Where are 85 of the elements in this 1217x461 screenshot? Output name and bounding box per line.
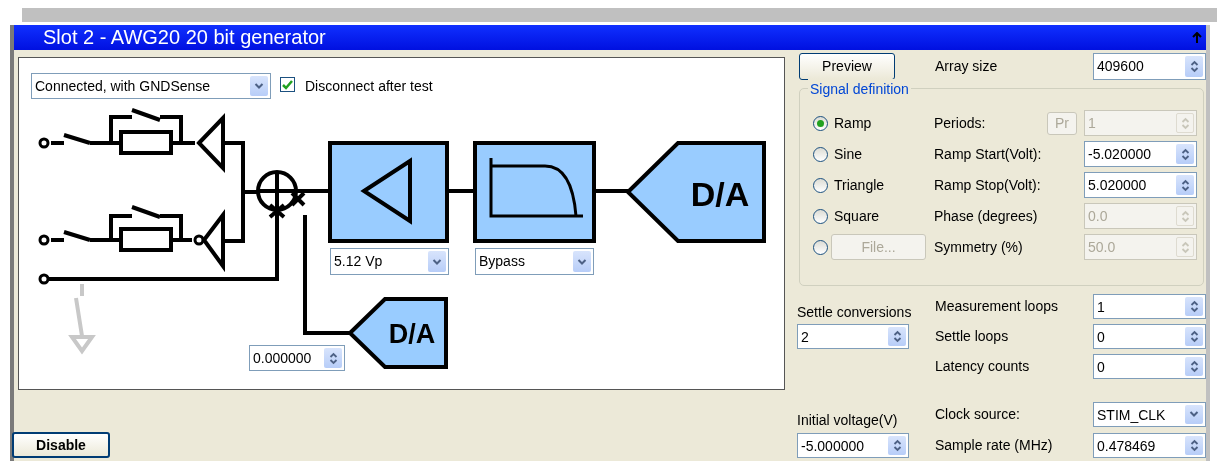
- up-down-arrows-icon: [1180, 240, 1190, 254]
- field-label: Symmetry (%): [934, 237, 1023, 257]
- spinner-button[interactable]: [1185, 357, 1203, 376]
- dropdown-arrow-button[interactable]: [428, 251, 446, 272]
- field-label: Settle loops: [935, 327, 1010, 346]
- radio-button[interactable]: [813, 177, 828, 193]
- window-title: Slot 2 - AWG20 20 bit generator: [43, 25, 326, 50]
- spinner-button[interactable]: [888, 327, 906, 346]
- dropdown[interactable]: Connected, with GNDSense: [31, 73, 271, 99]
- spin-field[interactable]: 409600: [1093, 53, 1206, 80]
- up-down-arrows-icon: [1189, 360, 1199, 373]
- preview-button[interactable]: Preview: [799, 53, 895, 80]
- spin-field[interactable]: 5.020000: [1084, 172, 1197, 198]
- spinner-button[interactable]: [1185, 435, 1203, 455]
- spin-field[interactable]: 0: [1093, 354, 1206, 379]
- terminal: [38, 234, 50, 246]
- spin-field[interactable]: 0.478469: [1093, 432, 1206, 458]
- up-down-arrows-icon: [892, 438, 902, 452]
- up-down-arrows-icon: [1180, 178, 1190, 192]
- up-down-arrows-icon: [1189, 300, 1199, 313]
- up-down-arrows-icon: [1180, 147, 1190, 161]
- up-arrow-icon[interactable]: [1192, 31, 1202, 44]
- spin-field[interactable]: -5.020000: [1084, 141, 1197, 167]
- field-label: Ramp Stop(Volt):: [934, 175, 1041, 195]
- radio-label: Sine: [834, 144, 863, 164]
- radio-label: Ramp: [834, 113, 872, 133]
- wire: [594, 189, 628, 193]
- radio-label: Triangle: [834, 175, 885, 195]
- radio-button[interactable]: [813, 115, 828, 131]
- terminal: [38, 273, 50, 285]
- converter-label: D/A: [388, 319, 436, 349]
- spinner-button[interactable]: [1176, 144, 1194, 164]
- caret-icon: [577, 257, 587, 266]
- disable-button[interactable]: Disable: [12, 432, 110, 458]
- dropdown-arrow-button[interactable]: [1185, 404, 1203, 424]
- checkbox[interactable]: [280, 77, 295, 92]
- spin-field[interactable]: 0.000000: [249, 345, 345, 371]
- field-label: Periods:: [934, 113, 986, 133]
- caret-icon: [1189, 410, 1199, 418]
- up-down-arrows-icon: [328, 351, 338, 365]
- spin-field[interactable]: 0: [1093, 324, 1206, 349]
- field-label: Ramp Start(Volt):: [934, 144, 1042, 164]
- summing-junction-icon: [256, 170, 306, 219]
- spinner-button[interactable]: [1185, 56, 1203, 77]
- field-label: Latency counts: [935, 357, 1031, 376]
- field-label: Initial voltage(V): [797, 411, 899, 430]
- amplifier-icon: [196, 113, 225, 173]
- radio-button[interactable]: [813, 208, 828, 224]
- field-label: Phase (degrees): [934, 206, 1038, 226]
- field-label: Measurement loops: [935, 297, 1059, 316]
- spinner-button[interactable]: [1185, 327, 1203, 346]
- wire: [297, 189, 330, 193]
- field-label: Clock source:: [935, 404, 1021, 424]
- spin-field[interactable]: 1: [1093, 294, 1206, 319]
- up-down-arrows-icon: [1189, 60, 1199, 73]
- up-down-arrows-icon: [892, 330, 902, 343]
- up-down-arrows-icon: [1180, 209, 1190, 223]
- caret-icon: [254, 82, 264, 90]
- spinner-button[interactable]: [888, 435, 906, 455]
- terminal: [38, 137, 50, 149]
- field-label: Settle conversions: [797, 303, 913, 322]
- dropdown[interactable]: Bypass: [475, 248, 594, 275]
- up-down-arrows-icon: [1180, 116, 1190, 130]
- group-title: Signal definition: [808, 79, 911, 100]
- spin-field[interactable]: -5.000000: [797, 432, 909, 458]
- dropdown-arrow-button[interactable]: [250, 76, 268, 96]
- field-label: Array size: [935, 57, 999, 76]
- radio-label: Square: [834, 206, 880, 226]
- dropdown[interactable]: STIM_CLK: [1093, 401, 1206, 427]
- caret-icon: [432, 257, 442, 266]
- up-down-arrows-icon: [1189, 438, 1199, 452]
- dropdown[interactable]: 5.12 Vp: [330, 248, 449, 275]
- dropdown-arrow-button[interactable]: [573, 251, 591, 272]
- wire: [447, 189, 475, 193]
- checkmark-icon: [282, 79, 293, 90]
- converter-label: D/A: [690, 175, 750, 213]
- spinner-button[interactable]: [1176, 175, 1194, 195]
- spinner-button[interactable]: [324, 348, 342, 368]
- spin-field[interactable]: 2: [797, 324, 909, 349]
- amplifier-icon: [193, 209, 225, 273]
- field-label: Sample rate (MHz): [935, 435, 1054, 455]
- spinner-button[interactable]: [1185, 297, 1203, 316]
- checkbox-label: Disconnect after test: [305, 77, 433, 96]
- up-down-arrows-icon: [1189, 330, 1199, 343]
- radio-button[interactable]: [813, 146, 828, 162]
